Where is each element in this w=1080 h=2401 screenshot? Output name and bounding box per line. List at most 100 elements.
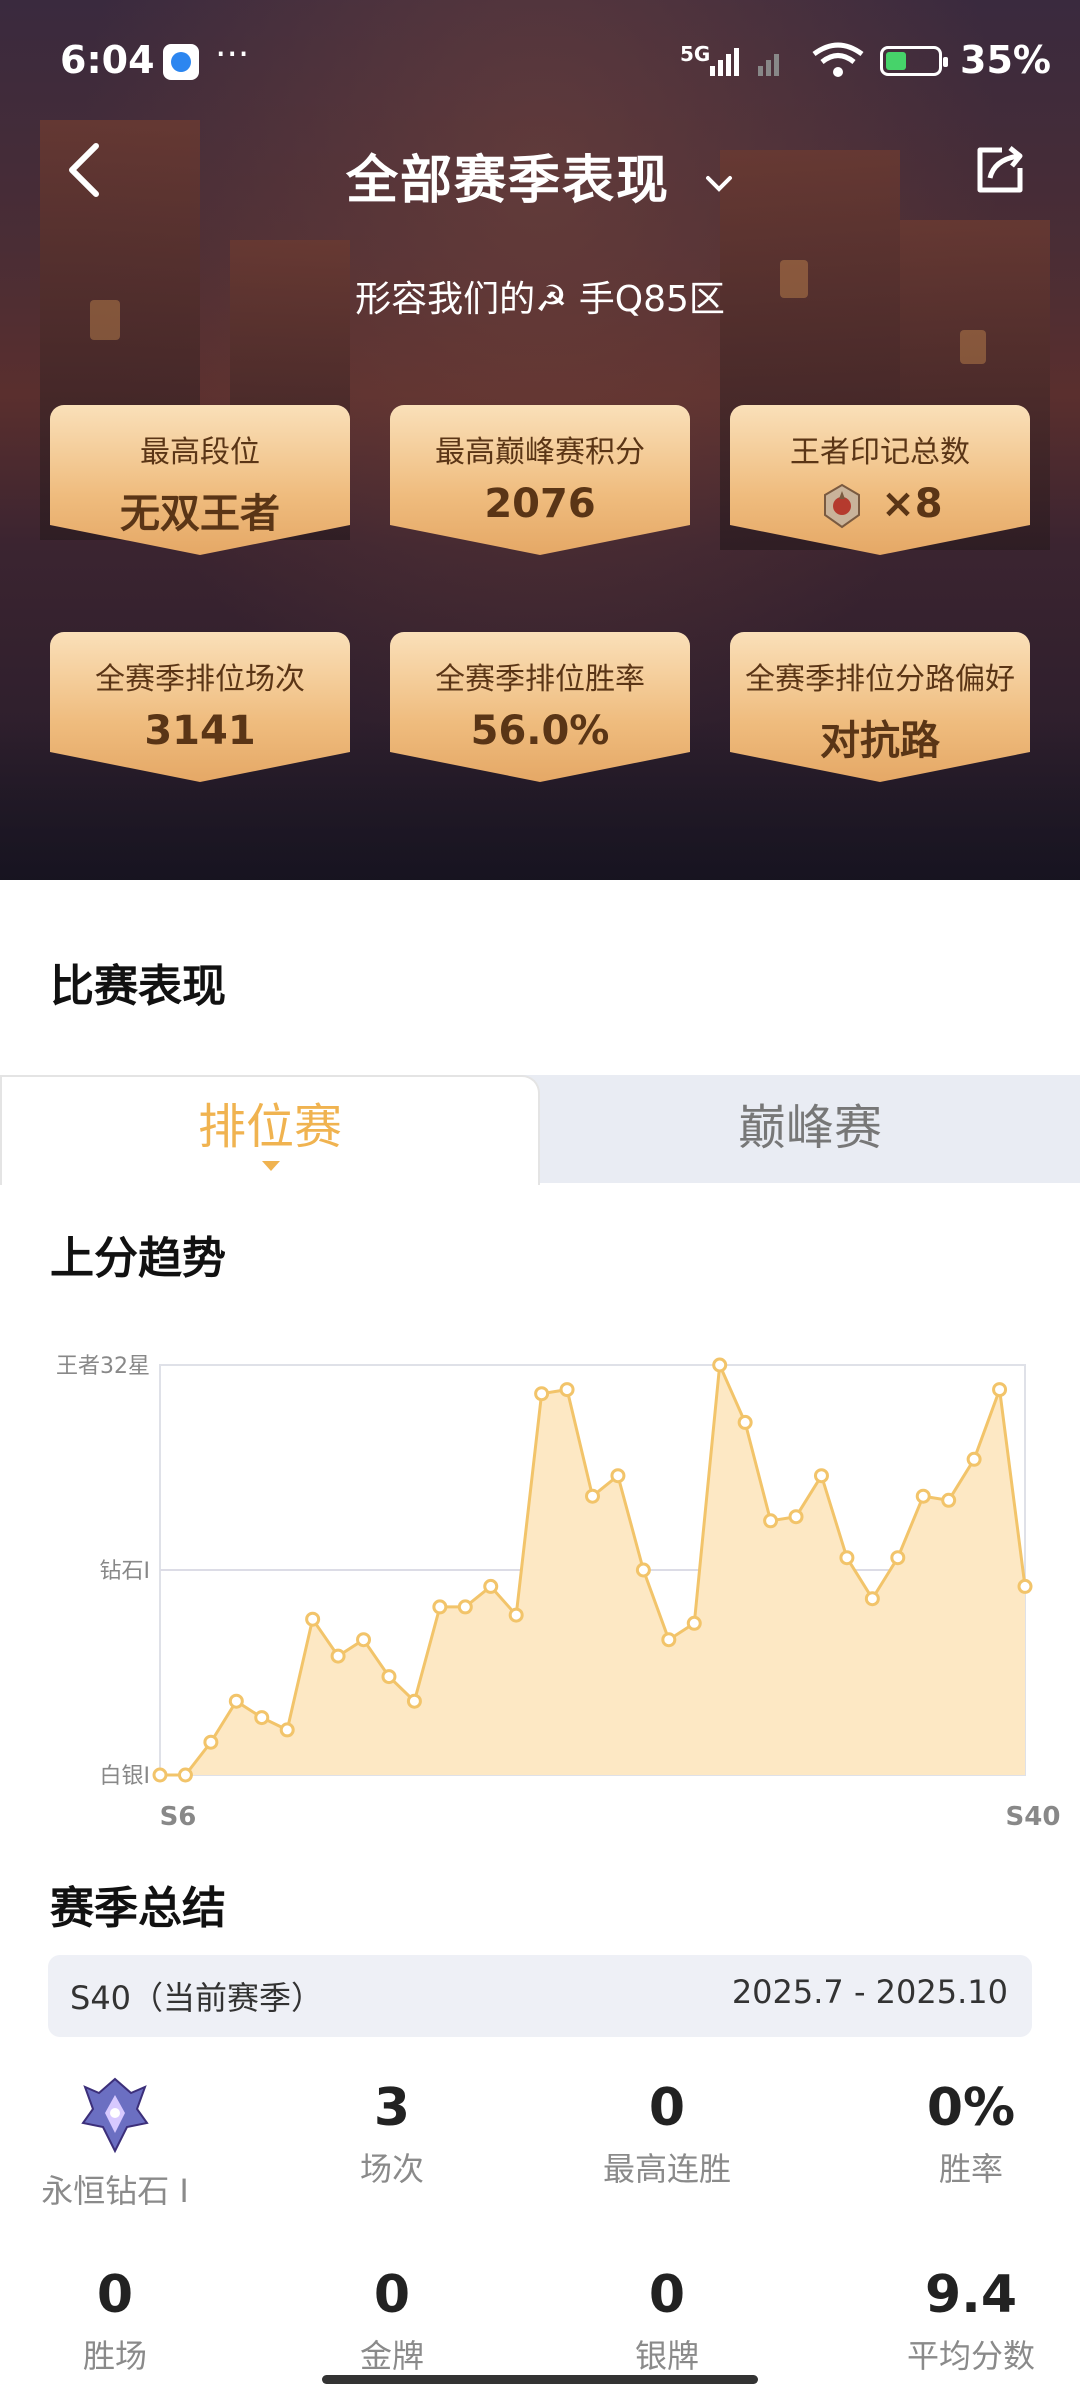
chart-point [177,1767,193,1783]
stat-card-label: 全赛季排位场次 [95,662,305,697]
chart-point [508,1607,524,1623]
match-type-tabs: 排位赛 巅峰赛 [0,1075,1080,1185]
chart-point [483,1578,499,1594]
stat-value: 9.4 [924,2265,1018,2325]
battery-percent: 35% [960,38,1051,82]
stat-label: 银牌 [634,2337,699,2375]
stat-card-label: 最高段位 [140,435,260,470]
chart-point [864,1591,880,1607]
chart-point [839,1550,855,1566]
tab-ranked-label: 排位赛 [197,1099,342,1155]
stat-value: 3 [373,2078,411,2138]
stat-card-king-marks: 王者印记总数 ×8 [730,405,1030,555]
chart-point [1017,1578,1033,1594]
stat-label: 最高连胜 [602,2150,731,2188]
stat-value: 0 [648,2078,686,2138]
chart-point [381,1669,397,1685]
chart-point [686,1615,702,1631]
chart-y-tick-bottom: 白银I [100,1764,151,1789]
chart-point [610,1468,626,1484]
lantern-light [960,330,986,364]
stat-label: 金牌 [359,2337,424,2375]
stat-rank: 永恒钻石 I [0,2160,230,2212]
stat-card-lane-preference: 全赛季排位分路偏好 对抗路 [730,632,1030,782]
stat-card-value: 56.0% [470,708,610,754]
stat-value: 0 [648,2265,686,2325]
stat-value: 0% [926,2078,1016,2138]
stat-card-ranked-games: 全赛季排位场次 3141 [50,632,350,782]
stat-value: 0 [96,2265,134,2325]
chart-point [635,1562,651,1578]
stat-card-peak-score: 最高巅峰赛积分 2076 [390,405,690,555]
season-summary-title: 赛季总结 [50,1883,226,1934]
chevron-down-icon [706,176,733,192]
chart-point [559,1382,575,1398]
share-icon[interactable] [972,142,1028,198]
stat-win-rate: 0% 胜率 [856,2078,1080,2190]
eternal-diamond-rank-icon [81,2077,149,2154]
wifi-icon [812,42,864,77]
stat-label: 胜场 [82,2337,147,2375]
rank-name: 永恒钻石 I [41,2172,189,2210]
battery-icon [880,46,948,76]
chart-point [585,1488,600,1504]
rank-trend-chart: 王者32星 钻石I 白银I S6 S40 [56,1354,1061,1832]
chart-point [915,1488,931,1504]
chart-point [712,1357,728,1373]
page-title-text: 全部赛季表现 [345,151,670,211]
server-player-label: 形容我们的☭ 手Q85区 [355,279,725,320]
more-notifications-icon: ··· [215,34,250,75]
stat-label: 场次 [359,2150,424,2188]
stat-card-label: 最高巅峰赛积分 [435,435,645,470]
status-time: 6:04 [60,38,155,82]
stat-card-win-rate: 全赛季排位胜率 56.0% [390,632,690,782]
chart-point [305,1611,321,1627]
chart-x-label-start: S6 [160,1802,197,1832]
chart-point [228,1693,244,1709]
season-date-range: 2025.7 - 2025.10 [731,1973,1008,2011]
stat-card-value: 3141 [144,708,256,754]
stat-card-value: 无双王者 [120,491,280,537]
stat-card-highest-rank: 最高段位 无双王者 [50,405,350,555]
stat-card-value: 2076 [484,481,596,527]
stat-gold-medals: 0 金牌 [277,2265,507,2377]
home-indicator[interactable] [322,2375,758,2384]
stat-card-label: 王者印记总数 [790,435,970,470]
status-bar: 6:04 ··· 5G 35% [0,30,1080,90]
tab-active-indicator [262,1161,280,1171]
king-mark-medal-icon [824,483,861,529]
chart-point [406,1693,422,1709]
stat-card-label: 全赛季排位分路偏好 [745,662,1015,697]
stat-card-value-wrap: ×8 [730,481,1030,531]
performance-title: 比赛表现 [50,961,226,1012]
stat-avg-score: 9.4 平均分数 [856,2265,1080,2377]
signal-icon [710,48,779,76]
stat-silver-medals: 0 银牌 [552,2265,782,2377]
tab-ranked[interactable]: 排位赛 [0,1075,540,1185]
tab-peak[interactable]: 巅峰赛 [540,1075,1080,1183]
chart-point [203,1734,219,1750]
season-label: S40（当前赛季） [70,1979,324,2017]
chart-y-tick-mid: 钻石I [100,1559,151,1584]
chart-point [941,1492,957,1508]
tab-peak-label: 巅峰赛 [737,1100,882,1156]
stat-label: 平均分数 [906,2337,1035,2375]
chart-point [813,1468,829,1484]
chart-point [432,1599,448,1615]
stat-games: 3 场次 [277,2078,507,2190]
chart-point [966,1451,982,1467]
app-notification-icon [163,44,199,80]
chart-point [992,1382,1008,1398]
chart-point [356,1632,372,1648]
chart-y-tick-top: 王者32星 [56,1354,150,1379]
chart-point [279,1722,295,1738]
chart-point [457,1599,473,1615]
chart-point [254,1710,270,1726]
season-selector[interactable]: S40（当前赛季） 2025.7 - 2025.10 [48,1955,1032,2037]
chart-point [890,1550,906,1566]
page-title[interactable]: 全部赛季表现 [0,138,1080,213]
chart-point [788,1509,804,1525]
chart-point [763,1513,779,1529]
chart-x-label-end: S40 [1006,1802,1061,1832]
stat-label: 胜率 [938,2150,1003,2188]
